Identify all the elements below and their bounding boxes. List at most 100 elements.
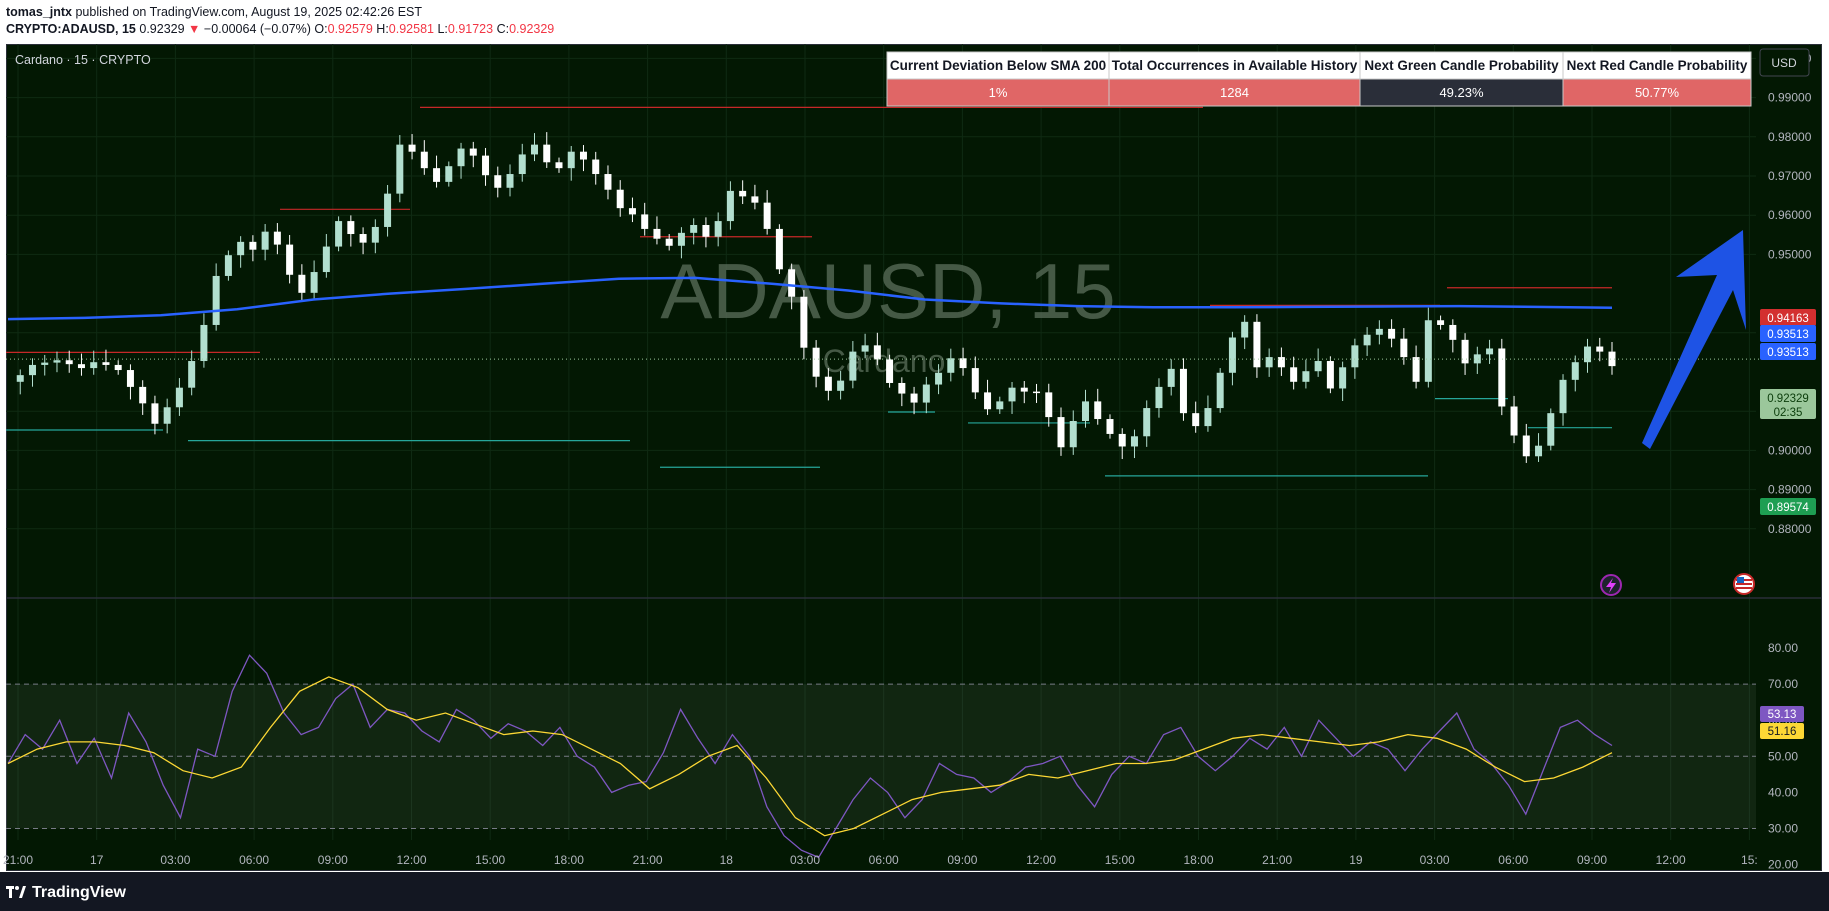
rsi-band (6, 683, 1756, 829)
price-tick-label: 0.89000 (1768, 483, 1812, 497)
candle-body (175, 387, 183, 408)
candle-body (947, 358, 955, 373)
candle-body (1571, 362, 1579, 380)
candle-body (1375, 328, 1383, 335)
table-value-label: 50.77% (1635, 85, 1680, 100)
candle-body (824, 376, 832, 391)
time-tick-label: 09:00 (1577, 853, 1607, 867)
table-value-label: 49.23% (1439, 85, 1484, 100)
candle-body (1547, 413, 1555, 446)
price-tick-label: 0.90000 (1768, 443, 1812, 457)
chart-legend[interactable]: Cardano · 15 · CRYPTO (15, 53, 151, 67)
candle-body (65, 360, 73, 365)
footer-bar (0, 872, 1829, 911)
candle-body (628, 208, 636, 215)
candle-body (702, 225, 710, 237)
candle-body (494, 175, 502, 188)
candle-body (384, 193, 392, 227)
candle-body (726, 190, 734, 222)
candle-body (971, 368, 979, 393)
price-badge-label: 0.92329 (1767, 393, 1809, 405)
rsi-ma-value-label: 51.16 (1768, 726, 1797, 738)
candle-body (1057, 417, 1065, 448)
up-arrow-drawing[interactable] (1642, 230, 1746, 449)
candle-body (984, 392, 992, 410)
rsi-axis: 80.0070.0060.0050.0040.0030.0020.00 (1768, 641, 1798, 872)
candle-body (286, 244, 294, 275)
candle-body (1498, 348, 1506, 407)
watermark-symbol: ADAUSD, 15 (660, 247, 1115, 335)
candle-body (873, 345, 881, 360)
time-tick-label: 06:00 (869, 853, 899, 867)
candle-body (1559, 379, 1567, 414)
stats-table: Current Deviation Below SMA 200 1% Total O… (886, 51, 1752, 107)
price-badge-label: 0.89574 (1767, 502, 1809, 514)
candle-body (249, 241, 257, 250)
rsi-tick-label: 20.00 (1768, 858, 1798, 872)
candle-body (16, 375, 24, 382)
candle-body (518, 154, 526, 175)
price-axis[interactable]: 1.000000.990000.980000.970000.960000.950… (1768, 51, 1812, 535)
lightning-icon[interactable] (1600, 574, 1622, 596)
candle-body (53, 360, 61, 363)
candle-body (469, 148, 477, 156)
time-tick-label: 12:00 (396, 853, 426, 867)
table-header-label: Next Red Candle Probability (1567, 58, 1748, 73)
candle-body (1192, 413, 1200, 427)
candle-body (188, 361, 196, 388)
candle-body (1437, 320, 1445, 325)
candle-body (322, 246, 330, 273)
time-tick-label: 15:00 (475, 853, 505, 867)
candle-body (1596, 346, 1604, 352)
rsi-tick-label: 70.00 (1768, 677, 1798, 691)
candle-body (433, 168, 441, 182)
time-tick-label: 03:00 (160, 853, 190, 867)
table-header-label: Next Green Candle Probability (1364, 58, 1559, 73)
candle-body (849, 351, 857, 381)
currency-label: USD (1771, 56, 1797, 70)
candle-body (1045, 392, 1053, 418)
candle-body (959, 358, 967, 369)
candle-body (1118, 433, 1126, 447)
price-badge-label: 0.93513 (1767, 329, 1809, 341)
candle-body (800, 296, 808, 348)
time-tick-label: 09:00 (318, 853, 348, 867)
candle-body (1106, 419, 1114, 434)
candle-body (506, 174, 514, 188)
brand-name: TradingView (32, 884, 126, 901)
candle-body (298, 274, 306, 293)
candle-body (28, 364, 36, 376)
candle-body (751, 196, 759, 203)
tradingview-brand[interactable]: TradingView (6, 884, 126, 902)
candle-body (1510, 406, 1518, 436)
table-value-label: 1% (989, 85, 1008, 100)
candle-body (1130, 436, 1138, 447)
candle-body (1020, 387, 1028, 392)
candle-body (114, 364, 122, 371)
candle-body (677, 232, 685, 246)
candle-body (1033, 391, 1041, 394)
us-flag-icon[interactable] (1733, 573, 1755, 595)
time-axis[interactable]: 21:00 17 03:00 06:00 09:00 12:00 15:00 18:00 21:… (3, 853, 1758, 867)
candle-body (886, 359, 894, 383)
chart-canvas[interactable]: ADAUSD, 15 Cardano 1.000000.990000.98000… (0, 0, 1829, 872)
tradingview-logo-icon (6, 886, 26, 898)
candle-body (1363, 334, 1371, 346)
rsi-tick-label: 40.00 (1768, 785, 1798, 799)
candle-body (1449, 324, 1457, 340)
candle-body (567, 151, 575, 169)
candle-body (1388, 328, 1396, 339)
price-tick-label: 0.88000 (1768, 522, 1812, 536)
candle-body (1241, 321, 1249, 338)
candle-body (1155, 386, 1163, 409)
candle-body (1167, 368, 1175, 387)
candle-body (543, 144, 551, 163)
candle-body (531, 144, 539, 155)
time-tick-label: 15:00 (1105, 853, 1135, 867)
candle-body (653, 228, 661, 239)
candle-body (1461, 339, 1469, 364)
candle-body (396, 144, 404, 194)
table-header-label: Total Occurrences in Available History (1112, 58, 1358, 73)
candle-body (359, 234, 367, 243)
candle-body (457, 148, 465, 167)
